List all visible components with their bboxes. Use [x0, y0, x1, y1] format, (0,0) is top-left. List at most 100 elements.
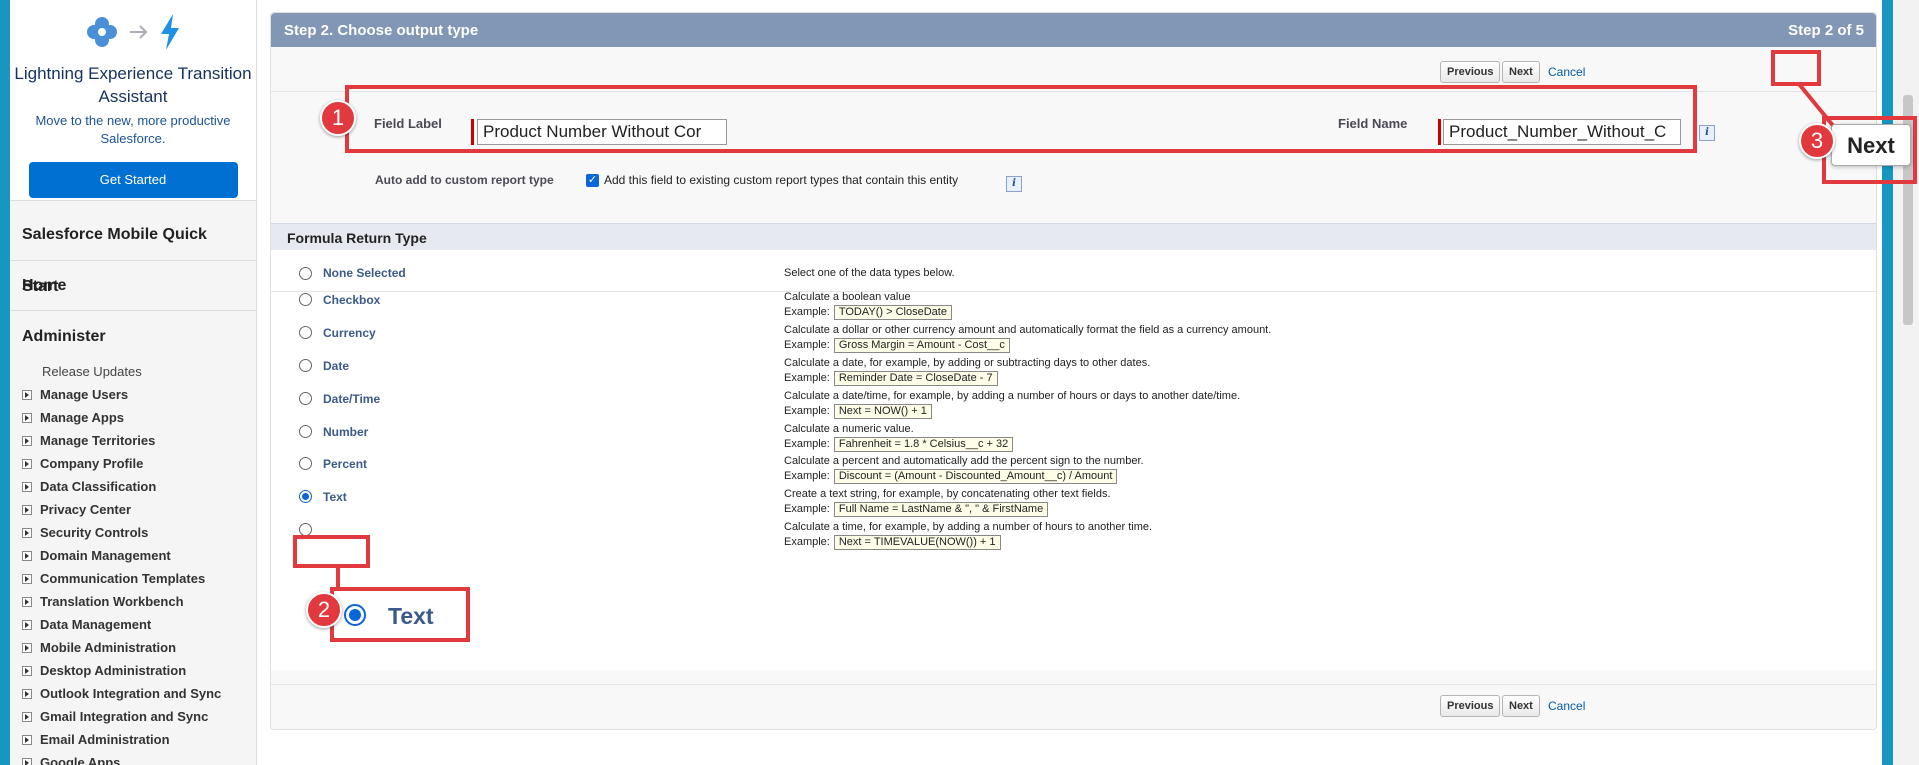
expand-icon[interactable] — [22, 435, 32, 446]
step-indicator: Step 2 of 5 — [1788, 22, 1864, 39]
auto-add-checkbox[interactable]: ✓ — [586, 174, 599, 187]
radio-date-time[interactable] — [299, 392, 312, 405]
callout-box-text-zoom: Text — [330, 587, 470, 642]
expand-icon[interactable] — [22, 504, 32, 515]
sidebar-item-email-administration[interactable]: Email Administration — [10, 728, 256, 751]
sidebar-item-mobile-administration[interactable]: Mobile Administration — [10, 636, 256, 659]
sidebar-item-manage-apps[interactable]: Manage Apps — [10, 406, 256, 429]
expand-icon[interactable] — [22, 665, 32, 676]
sidebar-item-data-management[interactable]: Data Management — [10, 613, 256, 636]
expand-icon[interactable] — [22, 550, 32, 561]
info-icon[interactable]: i — [1699, 125, 1715, 141]
left-edge-strip — [0, 0, 10, 765]
lex-transition-card: Lightning Experience Transition Assistan… — [10, 0, 256, 201]
cancel-link-bottom[interactable]: Cancel — [1548, 699, 1585, 713]
expand-icon[interactable] — [22, 711, 32, 722]
radio-percent[interactable] — [299, 457, 312, 470]
radio-date[interactable] — [299, 359, 312, 372]
formula-return-type-header: Formula Return Type — [271, 223, 1876, 250]
sidebar-item-label: Domain Management — [40, 548, 171, 563]
next-button-top[interactable]: Next — [1502, 61, 1540, 83]
return-type-label[interactable]: Percent — [323, 457, 367, 471]
return-type-label[interactable]: Text — [323, 490, 347, 504]
sidebar-item-label: Manage Apps — [40, 410, 125, 425]
example-code: TODAY() > CloseDate — [833, 305, 952, 320]
return-type-example: Example: Reminder Date = CloseDate - 7 — [784, 371, 998, 386]
expand-icon[interactable] — [22, 458, 32, 469]
sidebar-item-translation-workbench[interactable]: Translation Workbench — [10, 590, 256, 613]
sidebar-item-label: Gmail Integration and Sync — [40, 709, 209, 724]
sidebar-item-label: Security Controls — [40, 525, 149, 540]
callout-badge: 3 — [1799, 123, 1835, 159]
radio-text[interactable] — [299, 490, 312, 503]
expand-icon[interactable] — [22, 734, 32, 745]
sidebar-item-label: Outlook Integration and Sync — [40, 686, 222, 701]
zoomed-next-button: Next — [1831, 124, 1911, 166]
page-title: Step 2. Choose output type — [284, 22, 479, 39]
return-type-example: Example: Next = NOW() + 1 — [784, 404, 932, 419]
sidebar-item-outlook-integration-and-sync[interactable]: Outlook Integration and Sync — [10, 682, 256, 705]
return-type-example: Example: Next = TIMEVALUE(NOW()) + 1 — [784, 535, 1001, 550]
cancel-link-top[interactable]: Cancel — [1548, 65, 1585, 79]
example-code: Reminder Date = CloseDate - 7 — [833, 371, 998, 386]
radio-checkbox[interactable] — [299, 293, 312, 306]
sidebar-item-manage-users[interactable]: Manage Users — [10, 383, 256, 406]
expand-icon[interactable] — [22, 619, 32, 630]
expand-icon[interactable] — [22, 573, 32, 584]
lex-title: Lightning Experience Transition Assistan… — [14, 64, 252, 106]
info-icon[interactable]: i — [1006, 176, 1022, 192]
previous-button-top[interactable]: Previous — [1440, 61, 1501, 83]
return-type-example: Example: Gross Margin = Amount - Cost__c — [784, 338, 1010, 353]
return-type-label[interactable]: Number — [323, 425, 368, 439]
expand-icon[interactable] — [22, 642, 32, 653]
return-type-example: Example: Full Name = LastName & ", " & Fi… — [784, 502, 1049, 517]
radio-none-selected[interactable] — [299, 267, 312, 280]
radio-currency[interactable] — [299, 326, 312, 339]
expand-icon[interactable] — [22, 481, 32, 492]
return-type-label[interactable]: None Selected — [323, 266, 406, 280]
get-started-button[interactable]: Get Started — [28, 162, 238, 198]
sidebar-item-desktop-administration[interactable]: Desktop Administration — [10, 659, 256, 682]
sidebar-item-domain-management[interactable]: Domain Management — [10, 544, 256, 567]
mobile-quick-start-link[interactable]: Salesforce Mobile Quick Start — [10, 209, 256, 295]
expand-icon[interactable] — [22, 688, 32, 699]
setup-sidebar: Lightning Experience Transition Assistan… — [10, 0, 257, 765]
example-prefix: Example: — [784, 536, 830, 548]
return-type-description: Calculate a date/time, for example, by a… — [784, 390, 1241, 402]
example-code: Discount = (Amount - Discounted_Amount__… — [833, 469, 1118, 484]
sidebar-item-communication-templates[interactable]: Communication Templates — [10, 567, 256, 590]
return-type-description: Calculate a numeric value. — [784, 423, 914, 435]
next-button-bottom[interactable]: Next — [1502, 695, 1540, 717]
expand-icon[interactable] — [22, 757, 32, 765]
sidebar-item-google-apps[interactable]: Google Apps — [10, 751, 256, 765]
return-type-label[interactable]: Currency — [323, 326, 376, 340]
release-updates-link[interactable]: Release Updates — [10, 361, 256, 383]
return-type-description: Calculate a dollar or other currency amo… — [784, 324, 1272, 336]
sidebar-item-security-controls[interactable]: Security Controls — [10, 521, 256, 544]
example-prefix: Example: — [784, 339, 830, 351]
home-link[interactable]: Home — [10, 261, 256, 311]
clover-icon — [87, 17, 117, 47]
sidebar-item-privacy-center[interactable]: Privacy Center — [10, 498, 256, 521]
return-type-label[interactable]: Checkbox — [323, 293, 380, 307]
right-edge-strip — [1882, 0, 1893, 765]
sidebar-item-data-classification[interactable]: Data Classification — [10, 475, 256, 498]
expand-icon[interactable] — [22, 596, 32, 607]
sidebar-item-company-profile[interactable]: Company Profile — [10, 452, 256, 475]
expand-icon[interactable] — [22, 527, 32, 538]
divider — [271, 291, 1876, 292]
sidebar-item-label: Email Administration — [40, 732, 170, 747]
example-code: Gross Margin = Amount - Cost__c — [833, 338, 1010, 353]
return-type-label[interactable]: Date/Time — [323, 392, 380, 406]
expand-icon[interactable] — [22, 412, 32, 423]
return-type-label[interactable]: Date — [323, 359, 349, 373]
sidebar-item-label: Privacy Center — [40, 502, 132, 517]
sidebar-item-gmail-integration-and-sync[interactable]: Gmail Integration and Sync — [10, 705, 256, 728]
return-type-description: Calculate a percent and automatically ad… — [784, 455, 1144, 467]
sidebar-item-manage-territories[interactable]: Manage Territories — [10, 429, 256, 452]
previous-button-bottom[interactable]: Previous — [1440, 695, 1501, 717]
radio-number[interactable] — [299, 425, 312, 438]
sidebar-item-label: Mobile Administration — [40, 640, 177, 655]
expand-icon[interactable] — [22, 389, 32, 400]
lex-icons — [10, 12, 256, 52]
